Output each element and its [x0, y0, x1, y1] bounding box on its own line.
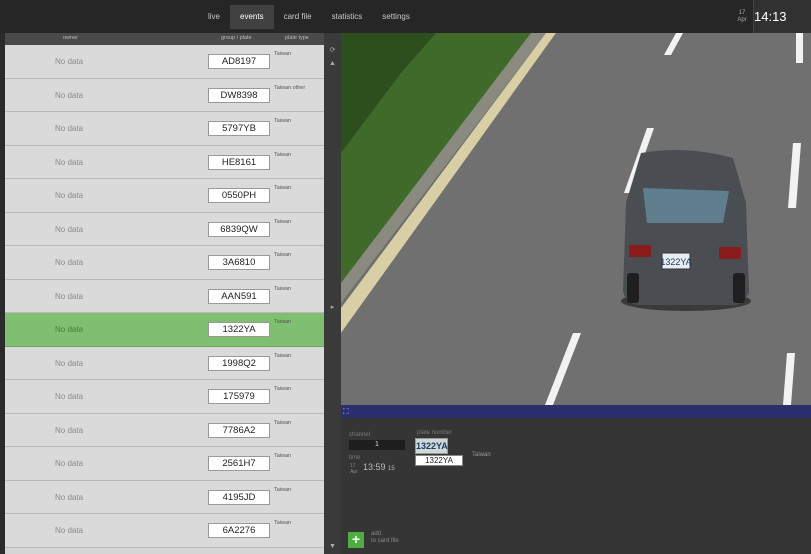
table-row[interactable]: No data 175979 Taiwan	[5, 380, 324, 414]
events-list: owner group / plate plate type No data AD…	[5, 33, 324, 554]
plate-number-label: plate number	[417, 430, 453, 436]
row-plate-type: Taiwan	[274, 118, 292, 124]
table-row[interactable]: No data 3A6810 Taiwan	[5, 246, 324, 280]
row-owner: No data	[55, 325, 84, 334]
plate-number-value: 1322YA	[415, 455, 463, 466]
row-plate: 175979	[208, 389, 270, 404]
row-owner: No data	[55, 459, 84, 468]
plus-icon[interactable]: +	[348, 532, 364, 548]
table-row[interactable]: No data 6839QW Taiwan	[5, 212, 324, 246]
table-row[interactable]: No data DW8398 Taiwan other	[5, 78, 324, 112]
scroll-down-icon[interactable]: ▼	[327, 542, 338, 551]
row-plate: 1998Q2	[208, 355, 270, 371]
event-snapshot: 1322YA	[341, 33, 811, 405]
header-owner[interactable]: owner	[63, 35, 78, 41]
row-plate-type: Taiwan	[274, 319, 292, 325]
row-owner: No data	[55, 358, 84, 368]
row-owner: No data	[55, 90, 84, 100]
header-plate-type[interactable]: plate type	[285, 35, 309, 41]
row-plate-type: Taiwan	[274, 151, 292, 158]
row-plate-type: Taiwan	[274, 386, 292, 392]
row-plate: 6A2276	[208, 523, 270, 538]
table-row[interactable]: No data 7786A2 Taiwan	[5, 413, 324, 447]
row-owner: No data	[55, 425, 84, 435]
table-row[interactable]: No data AD8197 Taiwan	[5, 45, 324, 79]
row-plate: DW8398	[208, 87, 270, 103]
table-row[interactable]: No data HE8161 Taiwan	[5, 145, 324, 179]
table-row[interactable]: No data 2561H7 Taiwan	[5, 447, 324, 481]
top-bar: live events card file statistics settings 17…	[0, 0, 811, 33]
tab-settings[interactable]: settings	[372, 5, 420, 29]
time-date: 17 Apr	[350, 463, 358, 475]
tab-statistics[interactable]: statistics	[322, 5, 373, 29]
clock-date: 17 Apr	[737, 10, 747, 23]
table-header: owner group / plate plate type	[5, 33, 324, 45]
expand-right-icon[interactable]: ▸	[327, 303, 338, 312]
table-row[interactable]: No data 1998Q2 Taiwan	[5, 346, 324, 380]
row-plate: 5797YB	[208, 121, 270, 136]
row-owner: No data	[55, 392, 84, 401]
refresh-icon[interactable]: ⟳	[327, 46, 338, 55]
table-row[interactable]: No data 5797YB Taiwan	[5, 112, 324, 146]
row-owner: No data	[55, 291, 84, 301]
row-plate-type: Taiwan	[274, 285, 292, 292]
snapshot-image: 1322YA	[341, 33, 811, 405]
plate-country: Taiwan	[472, 452, 491, 458]
row-plate: AAN591	[208, 288, 270, 304]
table-row[interactable]: No data 6A2276 Taiwan	[5, 514, 324, 548]
row-plate: 3A6810	[208, 255, 270, 270]
row-plate: 6839QW	[208, 221, 270, 237]
row-plate-type: Taiwan	[274, 185, 292, 191]
row-plate: 4195JD	[208, 489, 270, 505]
svg-text:1322YA: 1322YA	[660, 257, 691, 267]
row-plate-type: Taiwan	[274, 520, 292, 526]
row-plate: 0550PH	[208, 188, 270, 203]
tab-card-file[interactable]: card file	[274, 5, 322, 29]
row-owner: No data	[55, 124, 84, 133]
row-plate: 1322YA	[208, 322, 270, 337]
row-owner: No data	[55, 258, 84, 267]
tab-live[interactable]: live	[198, 5, 230, 29]
channel-value: 1	[349, 440, 405, 450]
scroll-up-icon[interactable]: ▲	[327, 59, 338, 68]
table-row[interactable]: No data 1322YA Taiwan	[5, 313, 324, 347]
plate-crop: 1322YA	[415, 438, 448, 454]
car: 1322YA	[621, 149, 751, 311]
row-owner: No data	[55, 526, 84, 535]
table-row[interactable]: No data AAN591 Taiwan	[5, 279, 324, 313]
row-plate-type: Taiwan	[274, 218, 292, 225]
row-plate-type: Taiwan	[274, 486, 292, 493]
clock: 17 Apr 14:13	[737, 0, 811, 33]
time-label: time	[349, 455, 361, 461]
event-details: channel 1 time 17 Apr 13:59 15 plate num…	[341, 418, 811, 554]
clock-time: 14:13	[754, 9, 787, 24]
row-owner: No data	[55, 57, 84, 66]
fullscreen-icon[interactable]: ⛶	[343, 407, 352, 416]
snapshot-toolbar: ⛶	[341, 405, 811, 418]
add-to-card-file-label[interactable]: add to card file	[371, 531, 399, 545]
row-owner: No data	[55, 224, 84, 234]
list-scrollbar[interactable]: ⟳ ▲ ▸ ▼	[324, 33, 341, 554]
tab-events[interactable]: events	[230, 5, 274, 29]
main-nav: live events card file statistics settings	[198, 5, 420, 29]
row-owner: No data	[55, 157, 84, 167]
table-body: No data AD8197 Taiwan No data DW8398 Taiwan o…	[5, 45, 324, 548]
channel-label: channel	[349, 432, 371, 438]
row-plate-type: Taiwan	[274, 51, 292, 57]
row-plate-type: Taiwan	[274, 352, 292, 359]
row-plate: HE8161	[208, 154, 270, 170]
row-owner: No data	[55, 191, 84, 200]
row-plate-type: Taiwan	[274, 419, 292, 426]
row-plate-type: Taiwan other	[274, 84, 306, 91]
time-value: 13:59 15	[363, 462, 395, 472]
row-plate: 2561H7	[208, 456, 270, 471]
row-plate: AD8197	[208, 54, 270, 69]
table-row[interactable]: No data 4195JD Taiwan	[5, 480, 324, 514]
header-group-plate[interactable]: group / plate	[221, 35, 252, 41]
row-plate: 7786A2	[208, 422, 270, 438]
table-row[interactable]: No data 0550PH Taiwan	[5, 179, 324, 213]
row-plate-type: Taiwan	[274, 453, 292, 459]
row-plate-type: Taiwan	[274, 252, 292, 258]
row-owner: No data	[55, 492, 84, 502]
